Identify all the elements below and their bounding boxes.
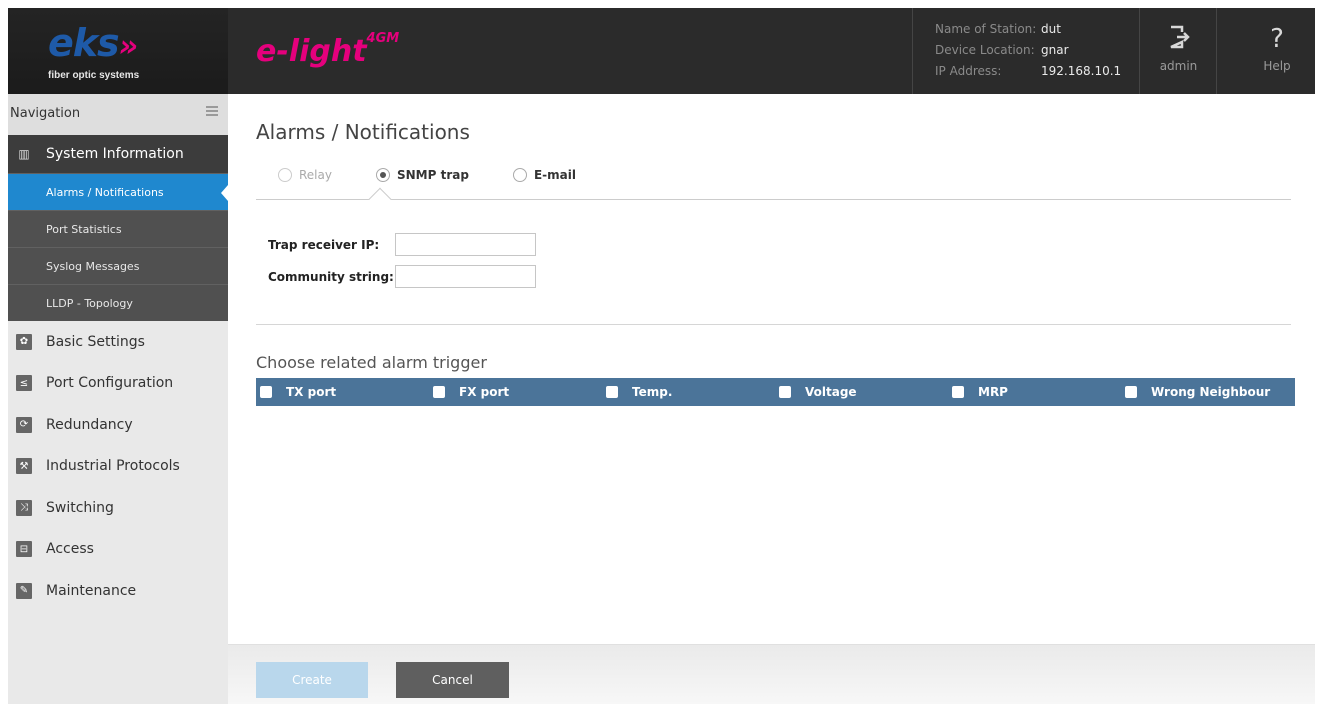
bar-chart-icon: ▥ bbox=[18, 147, 30, 161]
tx-port-checkbox[interactable] bbox=[260, 386, 272, 398]
device-location-row: Device Location: gnar bbox=[935, 43, 1069, 57]
help-button[interactable]: ? Help bbox=[1239, 8, 1315, 94]
temp-checkbox[interactable] bbox=[606, 386, 618, 398]
notification-type-tabs: Relay SNMP trap E-mail bbox=[278, 168, 620, 182]
logout-button[interactable]: admin bbox=[1141, 8, 1217, 94]
page-title: Alarms / Notifications bbox=[256, 120, 470, 144]
navigation-label: Navigation bbox=[10, 106, 81, 121]
logout-icon bbox=[1141, 25, 1216, 53]
company-logo: eks» fiber optic systems bbox=[8, 8, 228, 94]
ip-address-row: IP Address: 192.168.10.1 bbox=[935, 64, 1122, 78]
wrench-icon: ✎ bbox=[16, 582, 32, 599]
trigger-voltage[interactable]: Voltage bbox=[775, 385, 948, 399]
sidebar-subitem-port-statistics[interactable]: Port Statistics bbox=[8, 210, 228, 247]
switching-icon: ⤨ bbox=[16, 499, 32, 516]
email-radio[interactable] bbox=[512, 168, 527, 182]
logo-arrows: » bbox=[118, 29, 138, 64]
trigger-fx-port[interactable]: FX port bbox=[429, 385, 602, 399]
trigger-tx-port[interactable]: TX port bbox=[256, 385, 429, 399]
snmp-trap-radio[interactable] bbox=[375, 168, 390, 182]
alarm-trigger-bar: TX port FX port Temp. Voltage MRP Wrong … bbox=[256, 378, 1295, 406]
help-label: Help bbox=[1263, 59, 1291, 73]
mrp-checkbox[interactable] bbox=[952, 386, 964, 398]
tab-relay[interactable]: Relay bbox=[278, 168, 332, 182]
navigation-header: Navigation bbox=[8, 94, 228, 135]
top-header: eks» fiber optic systems e-light4GM Name… bbox=[8, 8, 1315, 94]
product-logo: e-light4GM bbox=[256, 31, 400, 69]
trigger-mrp[interactable]: MRP bbox=[948, 385, 1121, 399]
cancel-button[interactable]: Cancel bbox=[396, 662, 509, 698]
trigger-wrong-neighbour[interactable]: Wrong Neighbour bbox=[1121, 385, 1294, 399]
sidebar-item-access[interactable]: ⊟ Access bbox=[8, 529, 228, 571]
trap-receiver-ip-label: Trap receiver IP: bbox=[268, 238, 380, 252]
tab-email[interactable]: E-mail bbox=[512, 168, 576, 182]
community-string-input[interactable] bbox=[395, 265, 536, 288]
sidebar-subitem-alarms[interactable]: Alarms / Notifications bbox=[8, 173, 228, 210]
port-config-icon: ≤ bbox=[16, 375, 32, 392]
sidebar-item-industrial-protocols[interactable]: ⚒ Industrial Protocols bbox=[8, 446, 228, 488]
sidebar-item-basic-settings[interactable]: ✿ Basic Settings bbox=[8, 321, 228, 363]
tab-divider bbox=[256, 199, 1291, 200]
logo-subtitle: fiber optic systems bbox=[48, 70, 140, 81]
industrial-icon: ⚒ bbox=[16, 458, 32, 475]
trap-receiver-ip-input[interactable] bbox=[395, 233, 536, 256]
footer-bar bbox=[228, 644, 1315, 704]
relay-radio[interactable] bbox=[278, 168, 292, 182]
section-divider bbox=[256, 324, 1291, 325]
gear-icon: ✿ bbox=[16, 333, 32, 350]
logo-text: eks bbox=[48, 21, 120, 65]
alarm-trigger-title: Choose related alarm trigger bbox=[256, 353, 487, 372]
redundancy-icon: ⟳ bbox=[16, 416, 32, 433]
lock-icon: ⊟ bbox=[16, 541, 32, 558]
station-info: Name of Station: dut Device Location: gnar… bbox=[912, 8, 1140, 94]
sidebar-item-port-configuration[interactable]: ≤ Port Configuration bbox=[8, 363, 228, 405]
sidebar-item-switching[interactable]: ⤨ Switching bbox=[8, 487, 228, 529]
sidebar-item-system-information[interactable]: ▥ System Information bbox=[8, 135, 228, 173]
hamburger-menu-icon[interactable] bbox=[206, 106, 218, 116]
create-button[interactable]: Create bbox=[256, 662, 368, 698]
sidebar-item-redundancy[interactable]: ⟳ Redundancy bbox=[8, 404, 228, 446]
sidebar-subitem-syslog[interactable]: Syslog Messages bbox=[8, 247, 228, 284]
trigger-temp[interactable]: Temp. bbox=[602, 385, 775, 399]
wrong-neighbour-checkbox[interactable] bbox=[1125, 386, 1137, 398]
tab-pointer bbox=[368, 187, 392, 211]
station-name-row: Name of Station: dut bbox=[935, 22, 1061, 36]
sidebar-subitem-lldp[interactable]: LLDP - Topology bbox=[8, 284, 228, 321]
question-icon: ? bbox=[1270, 24, 1284, 54]
fx-port-checkbox[interactable] bbox=[433, 386, 445, 398]
community-string-label: Community string: bbox=[268, 270, 394, 284]
sidebar-item-maintenance[interactable]: ✎ Maintenance bbox=[8, 570, 228, 612]
voltage-checkbox[interactable] bbox=[779, 386, 791, 398]
sidebar: Navigation ▥ System Information Alarms /… bbox=[8, 94, 228, 704]
user-label: admin bbox=[1159, 59, 1198, 73]
tab-snmp-trap[interactable]: SNMP trap bbox=[375, 168, 469, 182]
